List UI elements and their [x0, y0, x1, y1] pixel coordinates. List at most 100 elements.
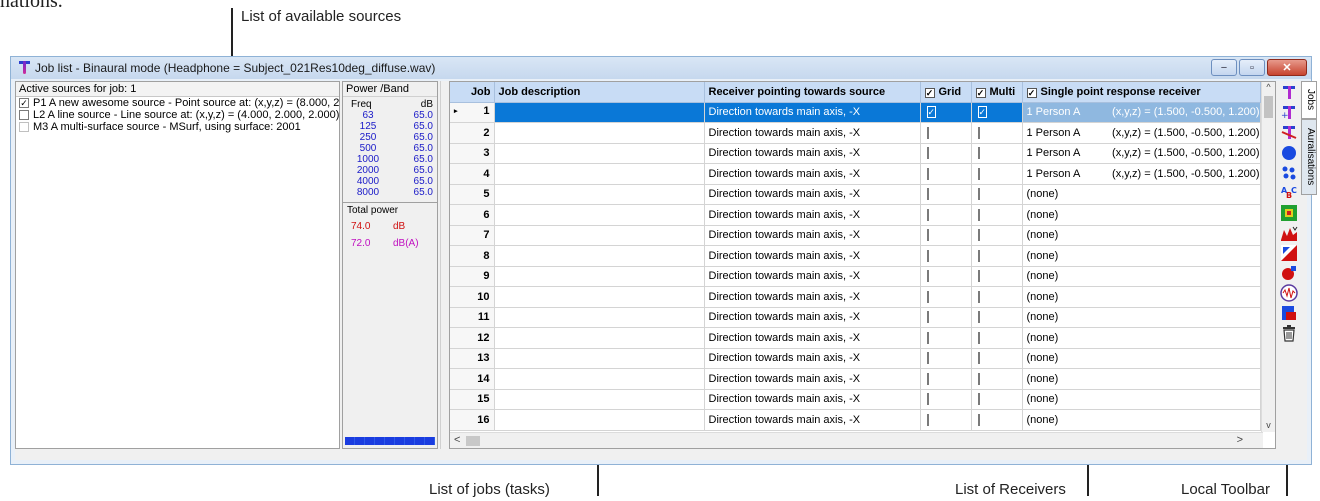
- scroll-right-icon[interactable]: >: [1237, 434, 1243, 446]
- multi-cell[interactable]: [971, 225, 1023, 246]
- grid-cell[interactable]: [920, 327, 972, 349]
- panel-splitter[interactable]: [440, 81, 448, 449]
- job-description-cell[interactable]: [494, 327, 705, 349]
- vertical-scroll-thumb[interactable]: [1264, 96, 1273, 118]
- grid-checkbox[interactable]: [926, 311, 929, 324]
- job-number[interactable]: 12: [450, 327, 495, 349]
- horizontal-scrollbar[interactable]: < >: [450, 432, 1263, 448]
- grid-checkbox[interactable]: [926, 188, 929, 201]
- receiver-direction-cell[interactable]: Direction towards main axis, -X: [704, 245, 921, 267]
- title-bar[interactable]: Job list - Binaural mode (Headphone = Su…: [11, 57, 1311, 79]
- single-receiver-cell[interactable]: (none): [1022, 389, 1261, 410]
- grid-checkbox[interactable]: [926, 393, 929, 406]
- grid-checkbox[interactable]: [926, 229, 929, 242]
- grid-map-icon[interactable]: [1280, 204, 1298, 222]
- col-job-header[interactable]: Job: [450, 82, 495, 103]
- single-receiver-cell[interactable]: (none): [1022, 204, 1261, 226]
- grid-checkbox[interactable]: [926, 167, 929, 180]
- grid-cell[interactable]: [920, 245, 972, 267]
- multi-cell[interactable]: [971, 143, 1023, 164]
- export-icon[interactable]: [1280, 304, 1298, 322]
- receiver-direction-cell[interactable]: Direction towards main axis, -X: [704, 389, 921, 410]
- job-description-cell[interactable]: [494, 348, 705, 369]
- job-description-cell[interactable]: [494, 286, 705, 308]
- grid-cell[interactable]: [920, 122, 972, 144]
- single-receiver-cell[interactable]: (none): [1022, 348, 1261, 369]
- multi-checkbox[interactable]: [977, 290, 980, 303]
- job-row[interactable]: 10 Direction towards main axis, -X (none): [450, 286, 1261, 308]
- scroll-up-icon[interactable]: ^: [1262, 82, 1275, 92]
- receiver-direction-cell[interactable]: Direction towards main axis, -X: [704, 368, 921, 390]
- job-number[interactable]: 9: [450, 266, 495, 287]
- grid-cell[interactable]: [920, 266, 972, 287]
- sound-source-icon[interactable]: [1280, 264, 1298, 282]
- band-db-value[interactable]: 65.0: [385, 176, 433, 187]
- new-job-icon[interactable]: +: [1280, 104, 1298, 122]
- single-receiver-cell[interactable]: 1 Person A (x,y,z) = (1.500, -0.500, 1.20…: [1022, 143, 1261, 164]
- job-number[interactable]: 6: [450, 204, 495, 226]
- multi-cell[interactable]: [971, 389, 1023, 410]
- job-row[interactable]: ▸1Direction towards main axis, -X1 Perso…: [450, 102, 1261, 123]
- multi-cell[interactable]: [971, 409, 1023, 431]
- job-description-cell[interactable]: [494, 122, 705, 144]
- single-receiver-cell[interactable]: (none): [1022, 409, 1261, 431]
- single-receiver-cell[interactable]: (none): [1022, 266, 1261, 287]
- job-number[interactable]: 5: [450, 184, 495, 205]
- minimize-button[interactable]: −: [1211, 59, 1237, 76]
- receiver-direction-cell[interactable]: Direction towards main axis, -X: [704, 409, 921, 431]
- receiver-direction-cell[interactable]: Direction towards main axis, -X: [704, 286, 921, 308]
- receiver-direction-cell[interactable]: Direction towards main axis, -X: [704, 102, 921, 123]
- grid-cell[interactable]: [920, 389, 972, 410]
- band-db-value[interactable]: 65.0: [385, 143, 433, 154]
- band-db-value[interactable]: 65.0: [385, 110, 433, 121]
- grid-cell[interactable]: [920, 184, 972, 205]
- band-db-value[interactable]: 65.0: [385, 154, 433, 165]
- single-receiver-cell[interactable]: (none): [1022, 286, 1261, 308]
- multi-cell[interactable]: [971, 327, 1023, 349]
- frequency-icon[interactable]: [1280, 224, 1298, 242]
- maximize-button[interactable]: ▫: [1239, 59, 1265, 76]
- job-number[interactable]: 11: [450, 307, 495, 328]
- single-receiver-cell[interactable]: (none): [1022, 245, 1261, 267]
- multi-cell[interactable]: [971, 307, 1023, 328]
- multi-cell[interactable]: [971, 266, 1023, 287]
- grid-cell[interactable]: [920, 348, 972, 369]
- grid-cell[interactable]: [920, 368, 972, 390]
- source-checkbox[interactable]: [19, 110, 29, 120]
- grid-checkbox[interactable]: [926, 290, 929, 303]
- single-all-checkbox[interactable]: [1026, 87, 1037, 98]
- job-number[interactable]: 8: [450, 245, 495, 267]
- col-multi-header[interactable]: Multi: [971, 82, 1023, 103]
- col-single-receiver-header[interactable]: Single point response receiver: [1022, 82, 1261, 103]
- job-row[interactable]: 8 Direction towards main axis, -X (none): [450, 245, 1261, 267]
- grid-cell[interactable]: [920, 409, 972, 431]
- multi-checkbox[interactable]: [977, 413, 980, 426]
- job-row[interactable]: 3 Direction towards main axis, -X 1 Person…: [450, 143, 1261, 164]
- trash-icon[interactable]: [1280, 324, 1298, 342]
- grid-checkbox[interactable]: [926, 413, 929, 426]
- single-receiver-cell[interactable]: 1 Person A (x,y,z) = (1.500, -0.500, 1.20…: [1022, 163, 1261, 185]
- grid-cell[interactable]: [920, 102, 972, 123]
- multi-cell[interactable]: [971, 348, 1023, 369]
- job-number[interactable]: 14: [450, 368, 495, 390]
- receiver-direction-cell[interactable]: Direction towards main axis, -X: [704, 225, 921, 246]
- grid-checkbox[interactable]: [926, 372, 929, 385]
- receiver-direction-cell[interactable]: Direction towards main axis, -X: [704, 348, 921, 369]
- multi-checkbox[interactable]: [977, 352, 980, 365]
- multi-checkbox[interactable]: [977, 372, 980, 385]
- col-grid-header[interactable]: Grid: [920, 82, 972, 103]
- job-row[interactable]: 15 Direction towards main axis, -X (none): [450, 389, 1261, 410]
- single-receiver-cell[interactable]: (none): [1022, 307, 1261, 328]
- grid-cell[interactable]: [920, 307, 972, 328]
- multi-checkbox[interactable]: [977, 208, 980, 221]
- single-receiver-cell[interactable]: (none): [1022, 368, 1261, 390]
- job-row[interactable]: 5 Direction towards main axis, -X (none): [450, 184, 1261, 205]
- job-description-cell[interactable]: [494, 102, 705, 123]
- job-description-cell[interactable]: [494, 266, 705, 287]
- band-db-value[interactable]: 65.0: [385, 121, 433, 132]
- job-description-cell[interactable]: [494, 245, 705, 267]
- source-item[interactable]: P1 A new awesome source - Point source a…: [16, 97, 339, 109]
- source-item[interactable]: L2 A line source - Line source at: (x,y,…: [16, 109, 339, 121]
- job-number[interactable]: 16: [450, 409, 495, 431]
- abc-text-icon[interactable]: ABC: [1280, 184, 1298, 202]
